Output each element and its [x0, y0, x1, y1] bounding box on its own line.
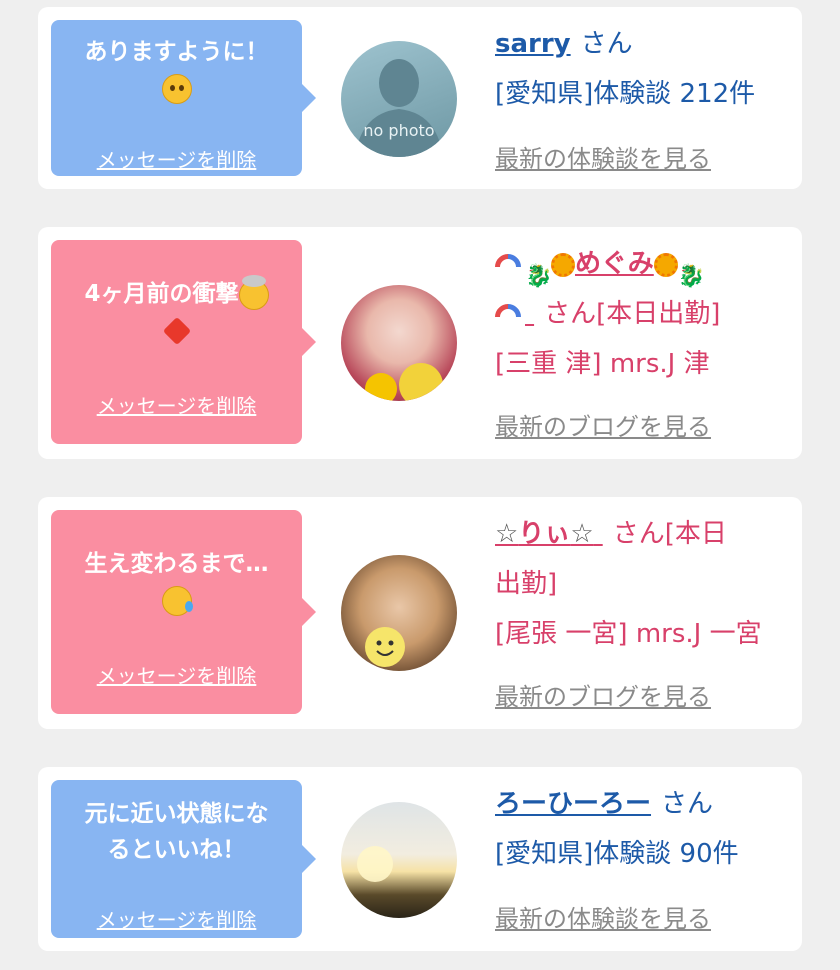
- honorific: さん[本日: [612, 519, 727, 549]
- latest-review-link[interactable]: 最新の体験談を見る: [495, 899, 711, 934]
- profile-detail: [三重 津] mrs.J 津: [495, 349, 710, 379]
- delete-message-link[interactable]: メッセージを削除: [51, 904, 302, 933]
- dragon-icon: 🐉: [677, 263, 706, 289]
- rainbow-icon: [495, 304, 525, 326]
- profile-info: 🐉 めぐみ 🐉 さん[本日出勤] [三重 津] mrs.J 津: [495, 239, 795, 389]
- avatar[interactable]: [341, 802, 457, 918]
- profile-info: ☆りぃ☆ さん[本日 出勤] [尾張 一宮] mrs.J 一宮: [495, 509, 795, 659]
- message-bubble: ありますように！ メッセージを削除: [51, 20, 316, 176]
- rainbow-icon: [495, 254, 525, 276]
- honorific: さん: [661, 789, 714, 819]
- honorific: さん[本日出勤]: [544, 299, 721, 329]
- dragon-icon: 🐉: [525, 263, 553, 289]
- profile-detail: [尾張 一宮] mrs.J 一宮: [495, 619, 762, 649]
- delete-message-link[interactable]: メッセージを削除: [51, 390, 302, 419]
- profile-photo: [365, 363, 443, 401]
- message-card: 生え変わるまで… メッセージを削除 ☆りぃ☆ さん[本日 出勤] [尾張 一宮]…: [38, 497, 802, 729]
- message-bubble: 元に近い状態にな るといいね！ メッセージを削除: [51, 780, 316, 938]
- sunflower-icon: [653, 252, 678, 277]
- message-card: ありますように！ メッセージを削除 no photo sarry さん [愛知県]…: [38, 7, 802, 189]
- profile-name-link[interactable]: ろーひーろー: [495, 789, 651, 819]
- message-bubble: 生え変わるまで… メッセージを削除: [51, 510, 316, 714]
- message-card: 4ヶ月前の衝撃 メッセージを削除 🐉 めぐみ 🐉 さん[本日出勤] [三重 津] m…: [38, 227, 802, 459]
- profile-detail: [愛知県]体験談 212件: [495, 79, 756, 109]
- star-icon: ☆: [570, 519, 594, 549]
- no-photo-label: no photo: [363, 121, 435, 140]
- sunflower-icon: [551, 252, 575, 277]
- pleading-face-icon: [161, 73, 192, 104]
- message-text: 4ヶ月前の衝撃: [84, 281, 239, 307]
- profile-info: sarry さん [愛知県]体験談 212件: [495, 19, 795, 119]
- profile-detail: [愛知県]体験談 90件: [495, 839, 739, 869]
- message-text: 生え変わるまで…: [84, 551, 269, 577]
- message-bubble: 4ヶ月前の衝撃 メッセージを削除: [51, 240, 316, 444]
- latest-blog-link[interactable]: 最新のブログを見る: [495, 677, 711, 712]
- delete-message-link[interactable]: メッセージを削除: [51, 660, 302, 689]
- collision-icon: [162, 316, 191, 345]
- profile-name-link[interactable]: sarry: [495, 29, 571, 59]
- delete-message-link[interactable]: メッセージを削除: [51, 144, 302, 173]
- latest-review-link[interactable]: 最新の体験談を見る: [495, 139, 711, 174]
- avatar[interactable]: [341, 285, 457, 401]
- smiling-face-with-tear-icon: [161, 585, 193, 616]
- latest-blog-link[interactable]: 最新のブログを見る: [495, 407, 711, 442]
- avatar[interactable]: no photo: [341, 41, 457, 157]
- avatar[interactable]: [341, 555, 457, 671]
- profile-photo: [365, 627, 405, 667]
- honorific: さん: [580, 29, 633, 59]
- profile-info: ろーひーろー さん [愛知県]体験談 90件: [495, 779, 795, 879]
- message-text: ありますように！: [84, 39, 269, 65]
- profile-name-link[interactable]: ☆りぃ☆: [495, 519, 603, 549]
- exploding-head-icon: [238, 274, 269, 310]
- star-icon: ☆: [495, 519, 519, 549]
- honorific-continued: 出勤]: [495, 569, 558, 599]
- message-text-continued: るといいね！: [107, 837, 246, 863]
- profile-photo: [357, 846, 393, 882]
- message-card: 元に近い状態にな るといいね！ メッセージを削除 ろーひーろー さん [愛知県]体…: [38, 767, 802, 951]
- message-text: 元に近い状態にな: [84, 801, 269, 827]
